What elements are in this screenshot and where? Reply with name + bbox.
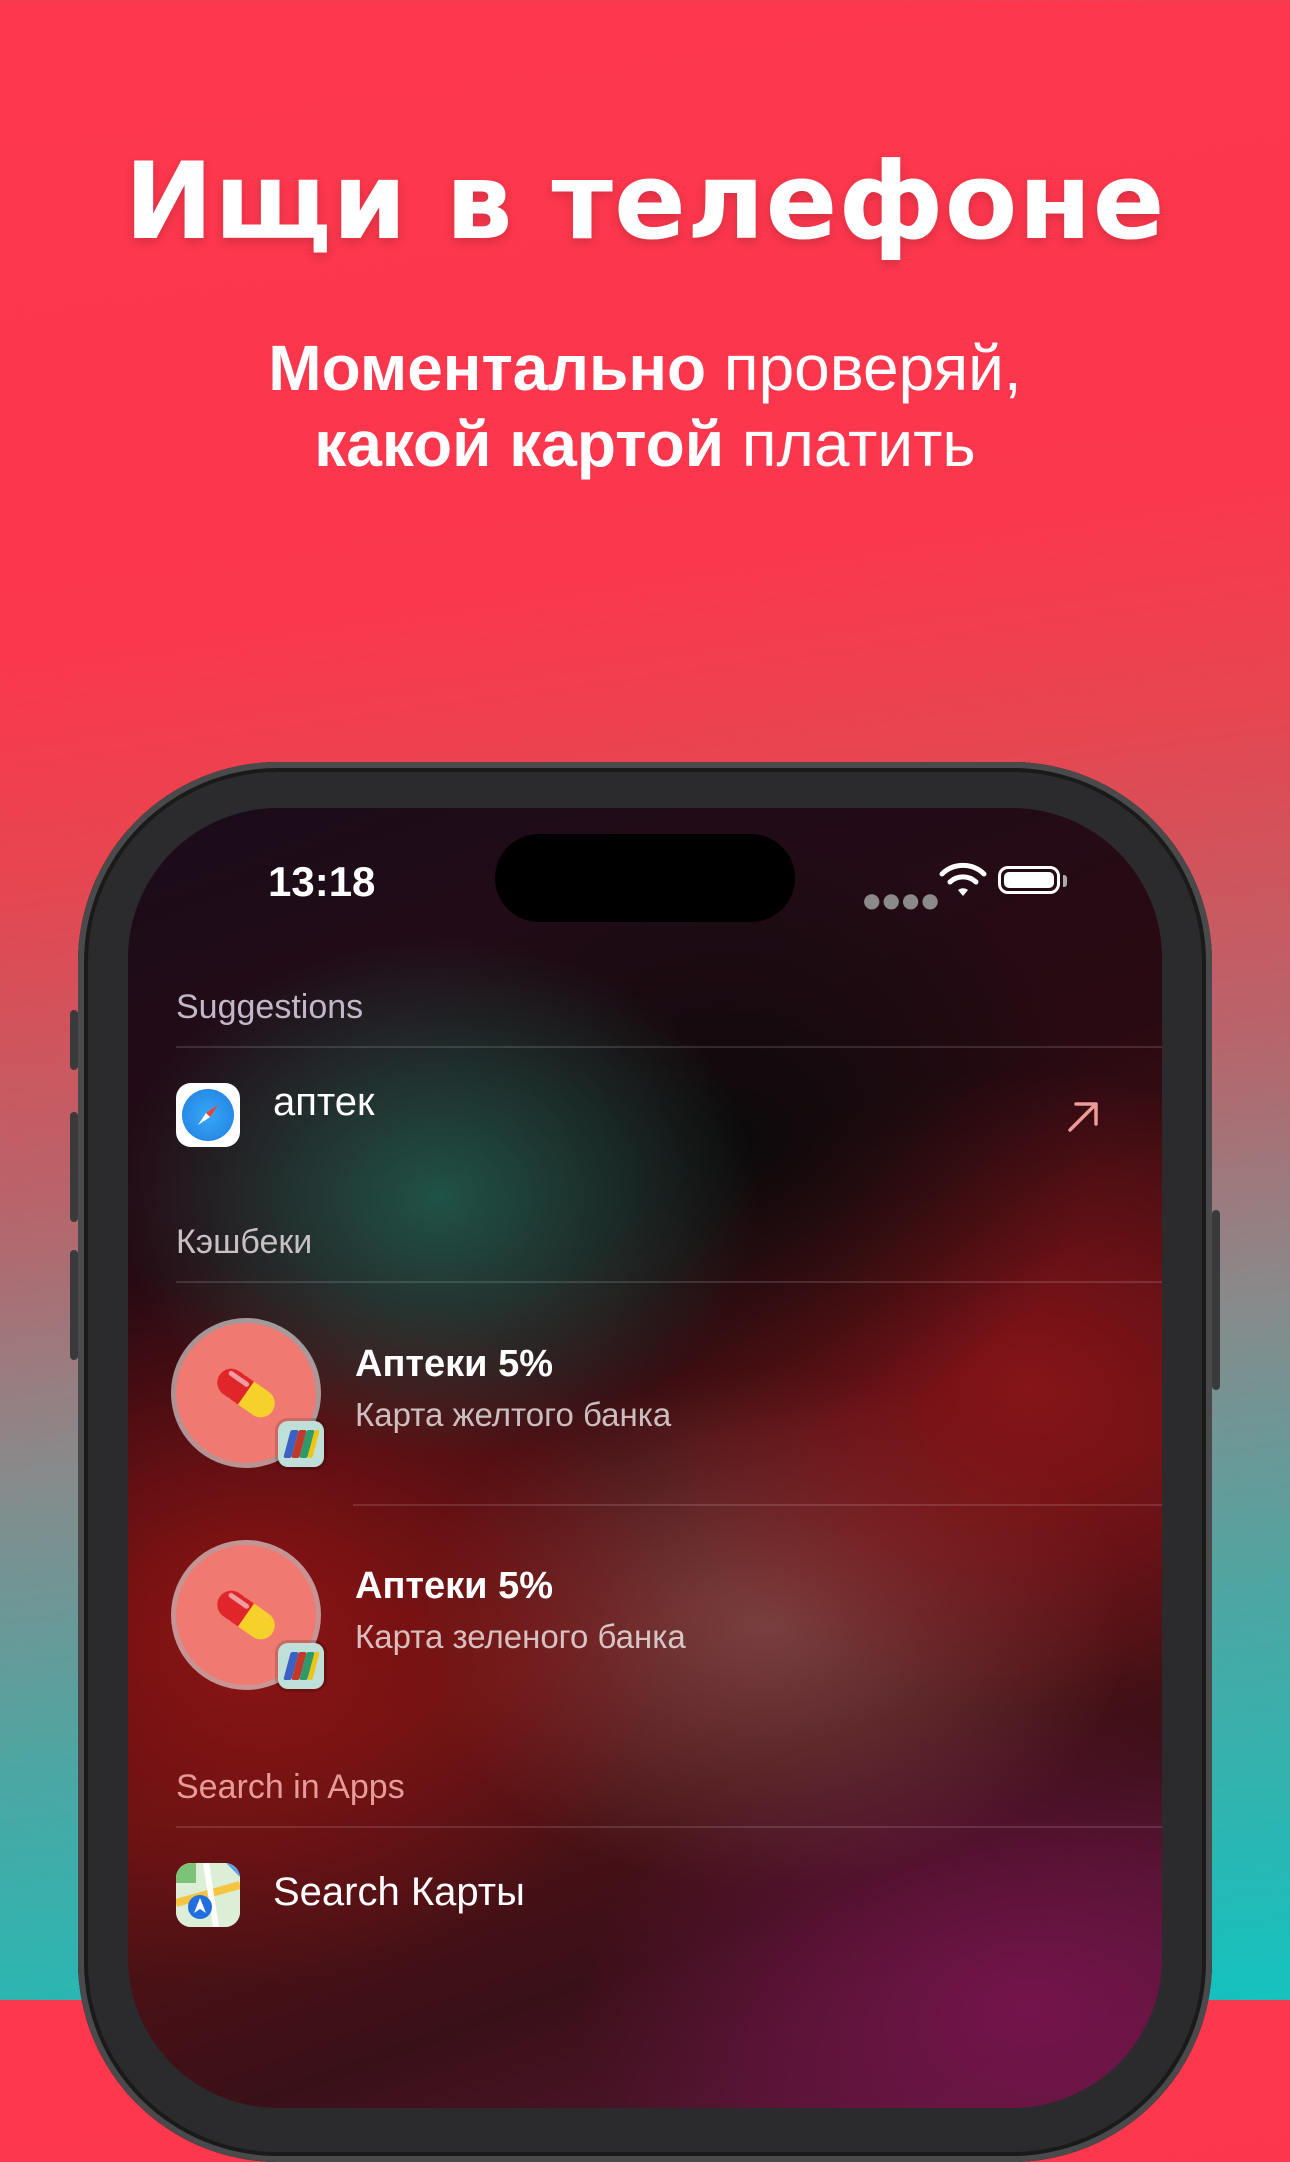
pill-icon bbox=[217, 1368, 275, 1418]
promo-subtitle-regular-2: платить bbox=[724, 408, 976, 480]
bank-cards-icon bbox=[278, 1421, 324, 1467]
section-header-search-in-apps: Search in Apps bbox=[176, 1768, 405, 1806]
safari-icon bbox=[176, 1083, 240, 1147]
cashback-subtitle: Карта зеленого банка bbox=[355, 1618, 686, 1655]
divider bbox=[353, 1504, 1162, 1506]
phone-volume-up-button bbox=[70, 1112, 78, 1222]
phone-volume-down-button bbox=[70, 1250, 78, 1360]
phone-action-button bbox=[70, 1010, 78, 1070]
maps-icon bbox=[176, 1863, 240, 1927]
arrow-up-right-icon[interactable] bbox=[1062, 1096, 1104, 1138]
promo-subtitle-regular-1: проверяй, bbox=[706, 332, 1022, 404]
divider bbox=[176, 1826, 1162, 1828]
pill-icon bbox=[217, 1590, 275, 1640]
cashback-title: Аптеки 5% bbox=[355, 1343, 553, 1385]
wifi-icon bbox=[939, 862, 987, 896]
battery-tip bbox=[1063, 875, 1067, 887]
cashback-title: Аптеки 5% bbox=[355, 1565, 553, 1607]
battery-icon bbox=[998, 866, 1060, 894]
cellular-dots-icon: ●●●● bbox=[863, 888, 941, 912]
divider bbox=[176, 1281, 1162, 1283]
promo-headline: Ищи в телефоне bbox=[124, 140, 1166, 263]
search-in-app-text: Search Карты bbox=[273, 1870, 525, 1914]
cashback-subtitle: Карта желтого банка bbox=[355, 1396, 672, 1433]
phone-screen: 13:18 ●●●● Suggestions аптек Кэшбеки Апт… bbox=[128, 808, 1162, 2108]
promo-subtitle-bold-2: какой картой bbox=[314, 408, 725, 480]
divider bbox=[176, 1046, 1162, 1048]
status-time: 13:18 bbox=[268, 858, 376, 905]
status-icons: ●●●● bbox=[863, 860, 1123, 912]
suggestion-text: аптек bbox=[273, 1080, 375, 1124]
section-header-suggestions: Suggestions bbox=[176, 988, 364, 1026]
promo-subtitle-bold-1: Моментально bbox=[268, 332, 707, 404]
bank-cards-icon bbox=[278, 1643, 324, 1689]
promo-subtitle-line-2: какой картой платить bbox=[0, 406, 1290, 482]
section-header-cashback: Кэшбеки bbox=[176, 1223, 313, 1261]
dynamic-island bbox=[495, 834, 795, 922]
phone-power-button bbox=[1212, 1210, 1220, 1390]
promo-subtitle-line-1: Моментально проверяй, bbox=[0, 330, 1290, 406]
